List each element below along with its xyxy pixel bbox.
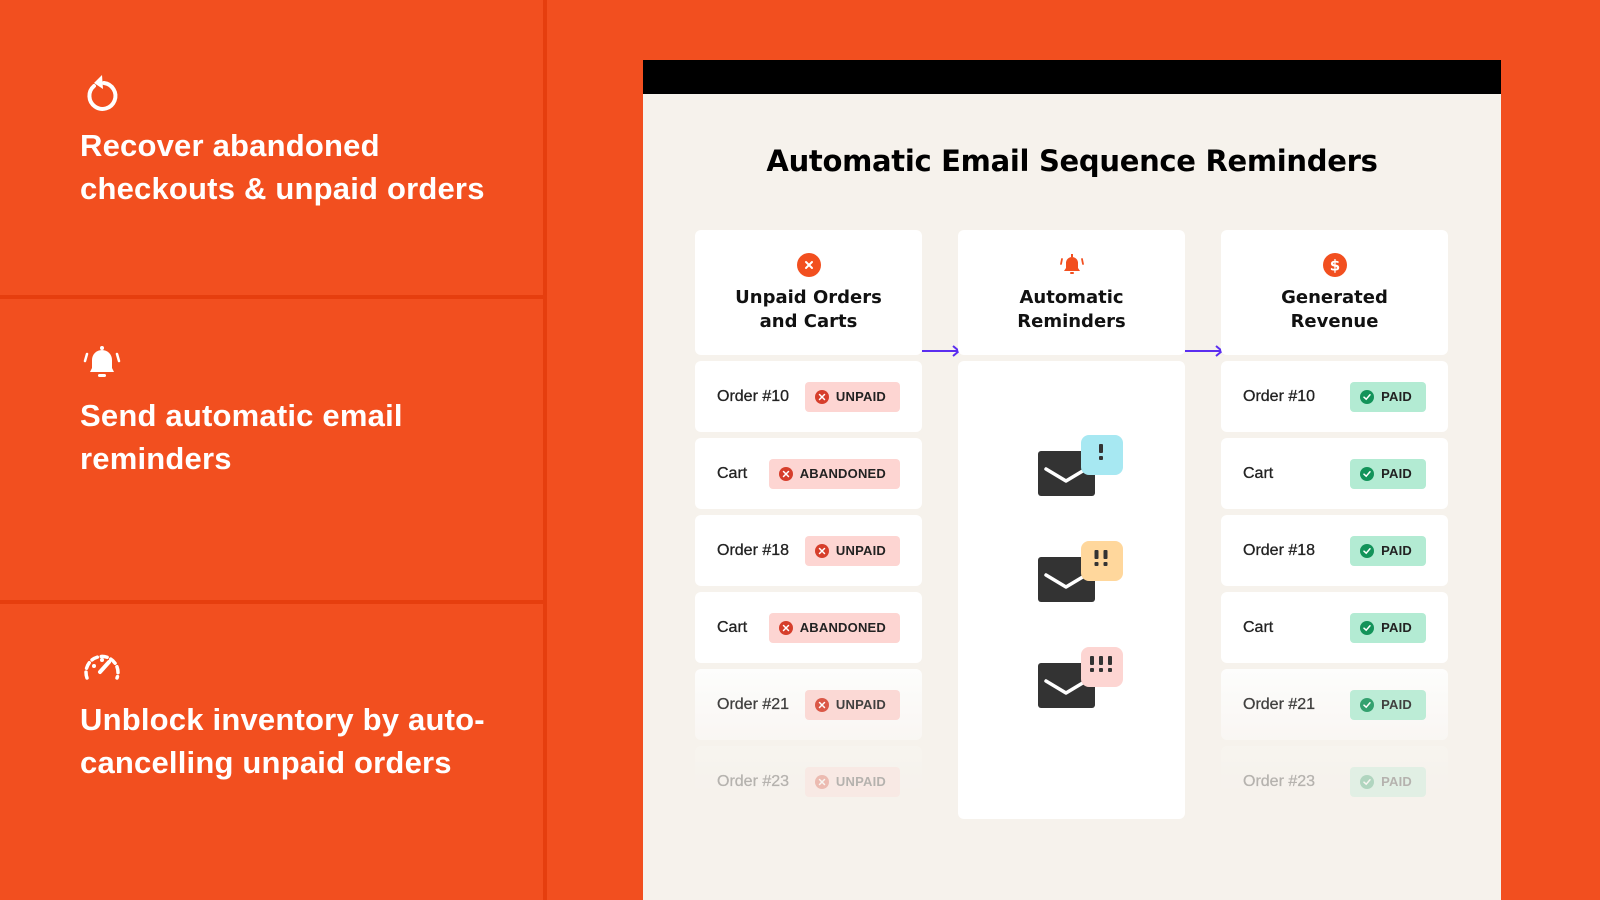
unpaid-row: Order #10 UNPAID (695, 361, 922, 432)
status-badge: UNPAID (804, 535, 900, 566)
paid-row: Cart PAID (1221, 438, 1448, 509)
panel-divider (543, 0, 547, 900)
close-circle-icon (814, 543, 829, 558)
column-title: Unpaid Orders and Carts (735, 287, 882, 332)
paid-row: Order #10 PAID (1221, 361, 1448, 432)
column-reminders: Automatic Reminders (958, 230, 1185, 819)
status-text: UNPAID (835, 774, 886, 789)
check-circle-icon (1360, 774, 1375, 789)
unpaid-row: Order #18 UNPAID (695, 515, 922, 586)
paid-row: Order #23 PAID (1221, 746, 1448, 817)
paid-row: Order #18 PAID (1221, 515, 1448, 586)
row-label: Cart (1243, 464, 1274, 482)
unpaid-row: Order #21 UNPAID (695, 669, 922, 740)
features-panel: Recover abandoned checkouts & unpaid ord… (0, 0, 544, 900)
column-header: Automatic Reminders (958, 230, 1185, 355)
divider (0, 295, 543, 299)
reminder-email (1038, 435, 1124, 499)
reminder-email (1038, 541, 1124, 605)
unpaid-row: Cart ABANDONED (695, 592, 922, 663)
check-circle-icon (1360, 697, 1375, 712)
column-title: Generated Revenue (1281, 287, 1388, 332)
status-badge: ABANDONED (768, 612, 900, 643)
card-title: Automatic Email Sequence Reminders (766, 144, 1378, 178)
feature-text: Send automatic email reminders (80, 398, 403, 476)
status-text: UNPAID (835, 543, 886, 558)
close-circle-icon (814, 389, 829, 404)
column-revenue: $ Generated Revenue Order #10 PAID Cart PAI… (1221, 230, 1448, 817)
row-label: Cart (717, 618, 748, 636)
svg-text:$: $ (1329, 257, 1339, 275)
alert-badge-icon (1081, 541, 1123, 581)
column-unpaid: Unpaid Orders and Carts Order #10 UNPAID C… (695, 230, 922, 817)
row-label: Order #18 (717, 541, 790, 559)
paid-row: Order #21 PAID (1221, 669, 1448, 740)
status-text: UNPAID (835, 389, 886, 404)
column-title: Automatic Reminders (1017, 287, 1126, 332)
bell-icon (1059, 254, 1084, 274)
row-label: Order #21 (717, 695, 790, 713)
check-circle-icon (1360, 543, 1375, 558)
row-label: Order #23 (1243, 772, 1316, 790)
refresh-icon (87, 75, 118, 111)
status-badge: ABANDONED (768, 458, 900, 489)
row-label: Order #23 (717, 772, 790, 790)
row-label: Order #10 (717, 387, 790, 405)
status-badge: PAID (1350, 612, 1426, 643)
alert-badge-icon (1081, 647, 1123, 687)
check-circle-icon (1360, 389, 1375, 404)
status-badge: PAID (1350, 458, 1426, 489)
close-circle-icon (796, 253, 821, 277)
status-text: PAID (1381, 774, 1412, 789)
close-circle-icon (778, 466, 793, 481)
status-badge: PAID (1350, 689, 1426, 720)
status-text: ABANDONED (799, 466, 886, 481)
reminder-email (1038, 647, 1124, 711)
bell-icon (83, 346, 121, 377)
status-text: UNPAID (835, 697, 886, 712)
unpaid-row: Order #23 UNPAID (695, 746, 922, 817)
status-text: PAID (1381, 697, 1412, 712)
row-label: Cart (1243, 618, 1274, 636)
status-badge: UNPAID (804, 381, 900, 412)
feature-reminders: Send automatic email reminders (80, 342, 500, 480)
close-circle-icon (778, 620, 793, 635)
status-text: ABANDONED (799, 620, 886, 635)
status-text: PAID (1381, 620, 1412, 635)
status-badge: PAID (1350, 381, 1426, 412)
alert-badge-icon (1081, 435, 1123, 475)
check-circle-icon (1360, 466, 1375, 481)
row-label: Order #10 (1243, 387, 1316, 405)
dollar-circle-icon: $ (1322, 253, 1347, 277)
feature-text: Unblock inventory by auto-cancelling unp… (80, 702, 485, 780)
unpaid-row: Cart ABANDONED (695, 438, 922, 509)
row-label: Order #18 (1243, 541, 1316, 559)
check-circle-icon (1360, 620, 1375, 635)
close-circle-icon (814, 774, 829, 789)
arrow-right-icon (922, 345, 961, 357)
speedometer-icon (84, 654, 120, 680)
status-badge: PAID (1350, 535, 1426, 566)
paid-row: Cart PAID (1221, 592, 1448, 663)
status-badge: UNPAID (804, 689, 900, 720)
status-badge: PAID (1350, 766, 1426, 797)
row-label: Cart (717, 464, 748, 482)
column-header: Unpaid Orders and Carts (695, 230, 922, 355)
feature-recover: Recover abandoned checkouts & unpaid ord… (80, 72, 500, 210)
column-header: $ Generated Revenue (1221, 230, 1448, 355)
card-top-bar (643, 60, 1501, 94)
feature-text: Recover abandoned checkouts & unpaid ord… (80, 128, 485, 206)
arrow-right-icon (1185, 345, 1224, 357)
status-text: PAID (1381, 543, 1412, 558)
reminders-body (958, 361, 1185, 819)
close-circle-icon (814, 697, 829, 712)
status-badge: UNPAID (804, 766, 900, 797)
status-text: PAID (1381, 466, 1412, 481)
divider (0, 600, 543, 604)
row-label: Order #21 (1243, 695, 1316, 713)
feature-unblock: Unblock inventory by auto-cancelling unp… (80, 646, 500, 784)
status-text: PAID (1381, 389, 1412, 404)
diagram-card: Automatic Email Sequence Reminders Unpai… (643, 60, 1501, 900)
